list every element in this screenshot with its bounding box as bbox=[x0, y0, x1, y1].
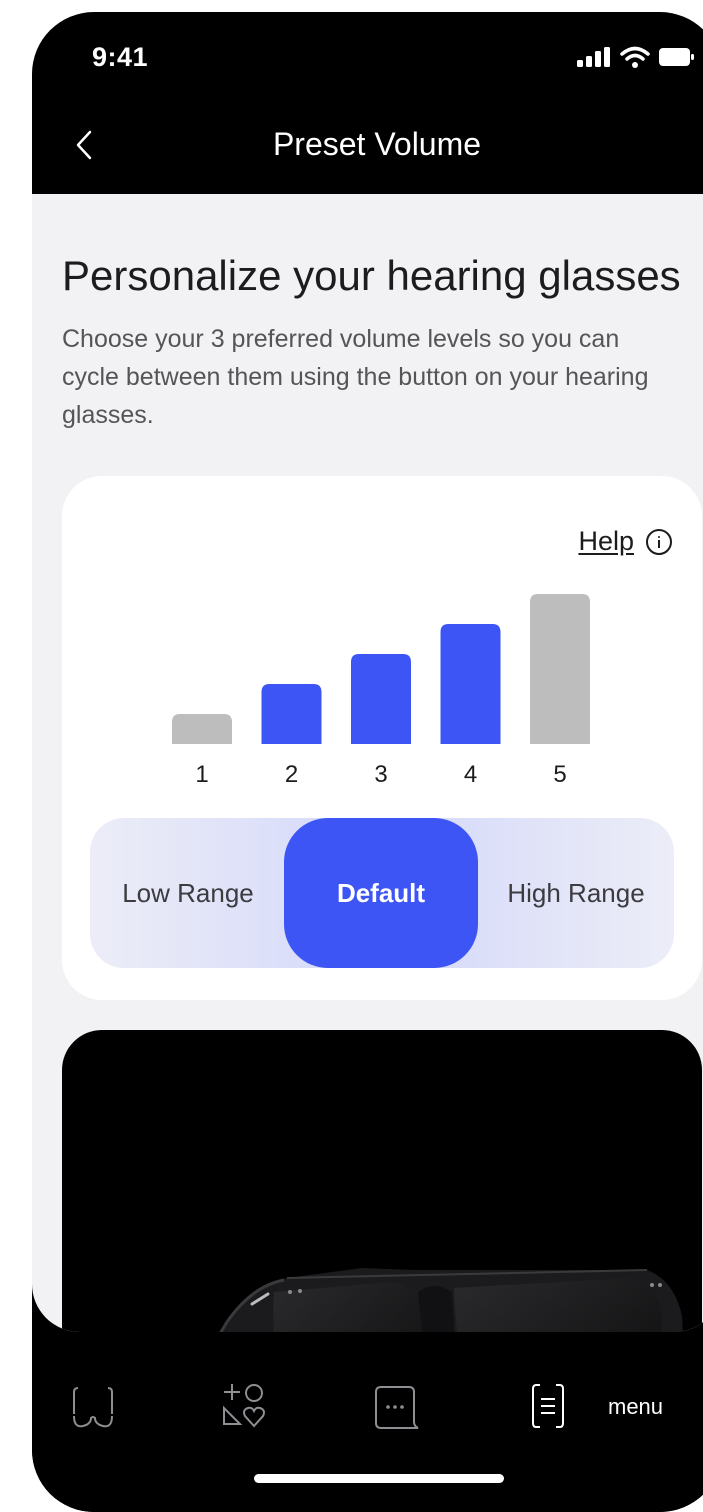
glasses-photo bbox=[62, 1030, 702, 1332]
wifi-icon bbox=[620, 46, 650, 68]
range-selector: Low Range High Range Default bbox=[90, 818, 674, 968]
volume-card: Help 12345 Low Range High Range Default bbox=[62, 476, 702, 1000]
volume-level-label: 5 bbox=[553, 761, 566, 788]
add-favorites-icon[interactable] bbox=[220, 1380, 270, 1430]
range-option-high[interactable]: High Range bbox=[478, 818, 674, 968]
status-icons bbox=[577, 46, 695, 68]
battery-icon bbox=[659, 48, 694, 66]
status-time: 9:41 bbox=[92, 42, 149, 72]
phone-frame: 9:41 Preset Volume Personalize your hear… bbox=[32, 12, 703, 1512]
page-title: Preset Volume bbox=[272, 126, 482, 162]
description: Choose your 3 preferred volume levels so… bbox=[62, 325, 649, 429]
headline: Personalize your hearing glasses bbox=[62, 252, 681, 299]
volume-level-label: 2 bbox=[285, 761, 298, 788]
volume-bar-2[interactable] bbox=[261, 684, 322, 744]
nav-bar: Preset Volume bbox=[32, 102, 703, 194]
volume-level-label: 1 bbox=[195, 761, 208, 788]
glasses-icon[interactable] bbox=[68, 1386, 118, 1432]
volume-level-chart[interactable]: 1 2 3 4 5 bbox=[62, 476, 702, 806]
volume-bar-3[interactable] bbox=[351, 654, 411, 744]
volume-bar-1[interactable] bbox=[172, 714, 232, 744]
range-option-default[interactable]: Default bbox=[284, 818, 478, 968]
volume-level-label: 3 bbox=[374, 761, 387, 788]
glasses-image bbox=[219, 1268, 683, 1332]
range-option-low[interactable]: Low Range bbox=[90, 818, 286, 968]
signal-icon bbox=[577, 47, 610, 67]
volume-bar-5[interactable] bbox=[530, 594, 590, 744]
main-content: Personalize your hearing glasses Choose … bbox=[32, 194, 703, 1332]
menu-icon[interactable] bbox=[530, 1382, 566, 1430]
menu-label[interactable]: menu bbox=[608, 1394, 663, 1420]
volume-bar-4[interactable] bbox=[440, 624, 501, 744]
volume-level-label: 4 bbox=[464, 761, 477, 788]
home-indicator bbox=[254, 1474, 504, 1483]
chat-icon[interactable] bbox=[372, 1384, 422, 1430]
tab-bar: menu bbox=[32, 1332, 703, 1512]
status-bar: 9:41 bbox=[32, 12, 703, 102]
